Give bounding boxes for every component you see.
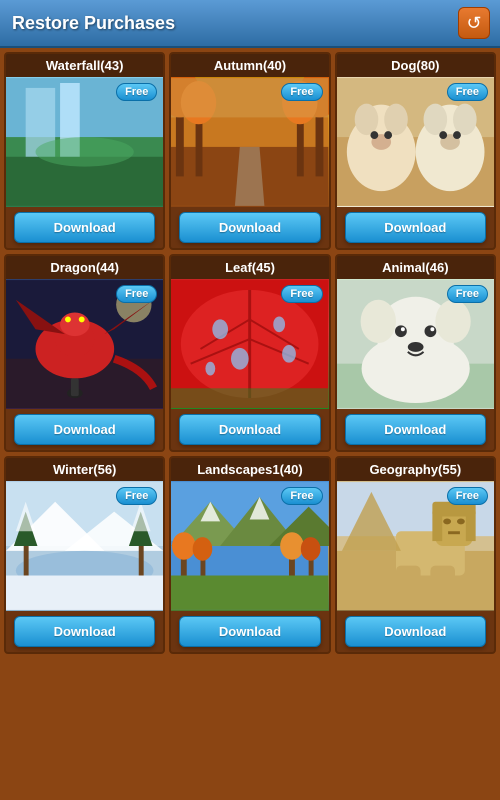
category-landscapes: Landscapes1(40) [169, 456, 330, 654]
category-title-leaf: Leaf(45) [171, 256, 328, 279]
free-badge-landscapes: Free [281, 487, 322, 505]
category-title-autumn: Autumn(40) [171, 54, 328, 77]
download-button-waterfall[interactable]: Download [14, 212, 156, 243]
category-animal: Animal(46) [335, 254, 496, 452]
download-button-landscapes[interactable]: Download [179, 616, 321, 647]
download-button-leaf[interactable]: Download [179, 414, 321, 445]
free-badge-autumn: Free [281, 83, 322, 101]
free-badge-winter: Free [116, 487, 157, 505]
free-badge-waterfall: Free [116, 83, 157, 101]
download-button-geography[interactable]: Download [345, 616, 487, 647]
image-container-landscapes: Free [171, 481, 328, 611]
free-badge-animal: Free [447, 285, 488, 303]
category-title-dog: Dog(80) [337, 54, 494, 77]
category-waterfall: Waterfall(43) Free Download [4, 52, 165, 250]
image-container-dog: Free [337, 77, 494, 207]
category-title-dragon: Dragon(44) [6, 256, 163, 279]
category-dog: Dog(80) [335, 52, 496, 250]
download-button-winter[interactable]: Download [14, 616, 156, 647]
image-container-leaf: Free [171, 279, 328, 409]
category-title-animal: Animal(46) [337, 256, 494, 279]
free-badge-geography: Free [447, 487, 488, 505]
category-title-landscapes: Landscapes1(40) [171, 458, 328, 481]
free-badge-dog: Free [447, 83, 488, 101]
image-container-winter: Free [6, 481, 163, 611]
image-container-animal: Free [337, 279, 494, 409]
category-geography: Geography(55) [335, 456, 496, 654]
image-container-geography: Free [337, 481, 494, 611]
download-button-dog[interactable]: Download [345, 212, 487, 243]
image-container-waterfall: Free [6, 77, 163, 207]
category-dragon: Dragon(44) [4, 254, 165, 452]
download-button-autumn[interactable]: Download [179, 212, 321, 243]
free-badge-dragon: Free [116, 285, 157, 303]
image-container-autumn: Free [171, 77, 328, 207]
category-leaf: Leaf(45) [169, 254, 330, 452]
category-title-geography: Geography(55) [337, 458, 494, 481]
category-title-winter: Winter(56) [6, 458, 163, 481]
free-badge-leaf: Free [281, 285, 322, 303]
category-grid: Waterfall(43) Free Download Autumn(40) [0, 48, 500, 658]
image-container-dragon: Free [6, 279, 163, 409]
download-button-animal[interactable]: Download [345, 414, 487, 445]
header: Restore Purchases ↺ [0, 0, 500, 48]
header-title: Restore Purchases [12, 13, 175, 34]
category-title-waterfall: Waterfall(43) [6, 54, 163, 77]
download-button-dragon[interactable]: Download [14, 414, 156, 445]
restore-purchases-button[interactable]: ↺ [458, 7, 490, 39]
category-winter: Winter(56) [4, 456, 165, 654]
category-autumn: Autumn(40) [169, 52, 330, 250]
